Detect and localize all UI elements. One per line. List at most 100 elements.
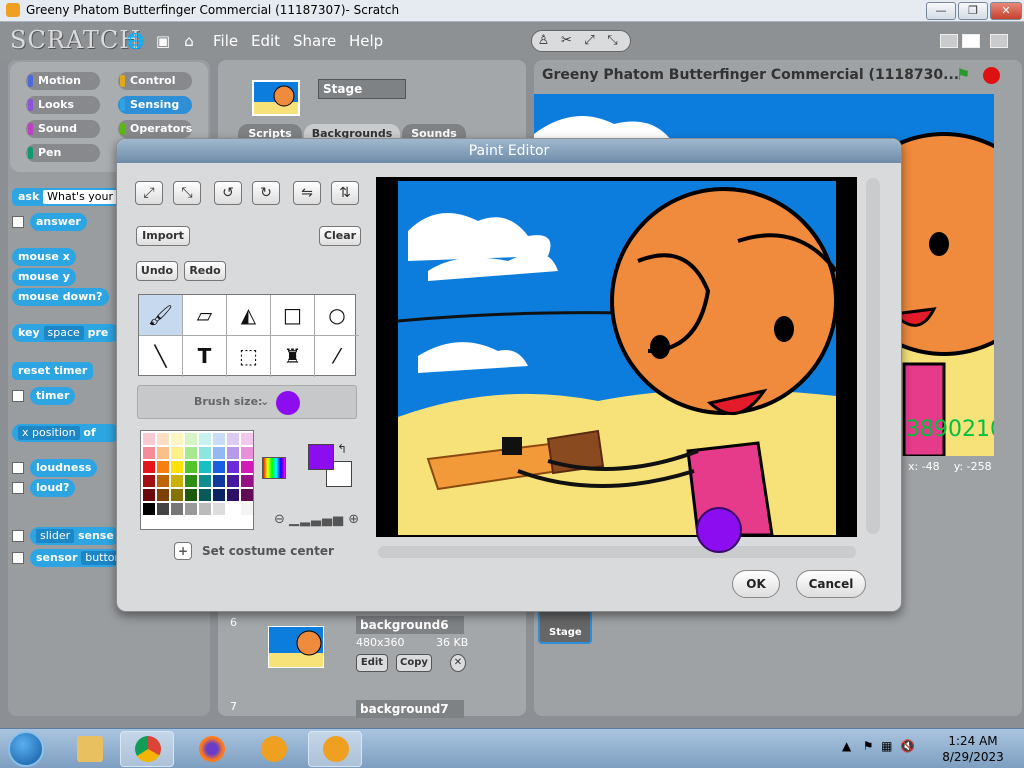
attribute-of-block[interactable]: x position of — [12, 424, 120, 442]
ask-block[interactable]: ask What's your n — [12, 188, 128, 206]
color-swatch[interactable] — [157, 503, 169, 515]
color-swatch[interactable] — [241, 475, 253, 487]
color-swatch[interactable] — [157, 461, 169, 473]
color-swatch[interactable] — [199, 461, 211, 473]
taskbar-scratch-2[interactable] — [308, 731, 362, 767]
category-motion[interactable]: Motion — [26, 72, 100, 90]
key-pressed-block[interactable]: key space pre — [12, 324, 120, 342]
cancel-button[interactable]: Cancel — [796, 570, 866, 598]
color-swatch[interactable] — [185, 475, 197, 487]
zoom-in-icon[interactable]: ⊕ — [348, 512, 359, 527]
color-swatch[interactable] — [185, 433, 197, 445]
save-icon[interactable]: ▣ — [154, 32, 172, 50]
timer-block[interactable]: timer — [30, 387, 76, 405]
color-swatch[interactable] — [143, 489, 155, 501]
text-tool-icon[interactable]: T — [183, 336, 227, 377]
delete-tool-icon[interactable]: ✂ — [555, 31, 578, 51]
undo-button[interactable]: Undo — [136, 261, 178, 281]
loudness-checkbox[interactable] — [12, 462, 24, 474]
category-pen[interactable]: Pen — [26, 144, 100, 162]
costume-name-7[interactable]: background7 — [356, 700, 464, 718]
reset-timer-block[interactable]: reset timer — [12, 362, 94, 380]
color-swatch[interactable] — [171, 489, 183, 501]
menu-share[interactable]: Share — [293, 32, 336, 50]
color-swatch[interactable] — [185, 503, 197, 515]
eyedropper-icon[interactable]: ⁄ — [315, 336, 359, 377]
clear-button[interactable]: Clear — [319, 226, 361, 246]
stage-name-field[interactable]: Stage — [318, 79, 406, 99]
color-swatch[interactable] — [171, 433, 183, 445]
color-swatch[interactable] — [199, 489, 211, 501]
fill-bucket-icon[interactable]: ◭ — [227, 295, 271, 336]
category-sound[interactable]: Sound — [26, 120, 100, 138]
color-swatch[interactable] — [227, 475, 239, 487]
color-swatch[interactable] — [143, 433, 155, 445]
foreground-color-swatch[interactable] — [308, 444, 334, 470]
color-swatch[interactable] — [241, 447, 253, 459]
ellipse-tool-icon[interactable]: ○ — [315, 295, 359, 336]
color-swatch[interactable] — [185, 447, 197, 459]
rectangle-tool-icon[interactable]: □ — [271, 295, 315, 336]
color-swatch[interactable] — [213, 503, 225, 515]
shrink-icon[interactable]: ⤡ — [173, 181, 201, 205]
menu-edit[interactable]: Edit — [251, 32, 280, 50]
color-swatch[interactable] — [199, 447, 211, 459]
start-button[interactable] — [8, 731, 44, 767]
color-swatch[interactable] — [213, 475, 225, 487]
mouse-down-block[interactable]: mouse down? — [12, 288, 109, 306]
show-hidden-icons[interactable]: ▲ — [842, 739, 851, 753]
category-control[interactable]: Control — [118, 72, 192, 90]
taskbar-clock[interactable]: 1:24 AM 8/29/2023 — [940, 733, 1006, 765]
slider-dropdown[interactable]: slider — [36, 529, 75, 543]
delete-costume-icon[interactable]: ✕ — [450, 654, 466, 672]
answer-checkbox[interactable] — [12, 216, 24, 228]
taskbar-explorer[interactable] — [62, 731, 116, 767]
duplicate-tool-icon[interactable]: ♙ — [532, 31, 555, 51]
rotate-cw-icon[interactable]: ↻ — [252, 181, 280, 205]
normal-stage-view-icon[interactable] — [962, 34, 980, 48]
stamp-tool-icon[interactable]: ♜ — [271, 336, 315, 377]
redo-button[interactable]: Redo — [184, 261, 226, 281]
color-swatch[interactable] — [199, 503, 211, 515]
small-stage-view-icon[interactable] — [940, 34, 958, 48]
color-swatch[interactable] — [157, 489, 169, 501]
enlarge-icon[interactable]: ⤢ — [135, 181, 163, 205]
slider-sensor-checkbox[interactable] — [12, 530, 24, 542]
color-swatch[interactable] — [143, 475, 155, 487]
shrink-tool-icon[interactable]: ⤡ — [601, 31, 624, 51]
green-flag-icon[interactable]: ⚑ — [956, 66, 974, 84]
color-swatch[interactable] — [185, 489, 197, 501]
minimize-button[interactable]: — — [926, 2, 956, 20]
color-swatch[interactable] — [157, 433, 169, 445]
import-button[interactable]: Import — [136, 226, 190, 246]
swap-colors-icon[interactable]: ↰ — [337, 442, 347, 456]
zoom-level-bars[interactable]: ▁▂▃▄▅ — [289, 512, 344, 527]
color-swatch[interactable] — [241, 489, 253, 501]
mouse-y-block[interactable]: mouse y — [12, 268, 76, 286]
color-swatch[interactable] — [213, 461, 225, 473]
mouse-x-block[interactable]: mouse x — [12, 248, 76, 266]
sensor-pressed-block[interactable]: sensor button — [30, 549, 126, 567]
flip-vertical-icon[interactable]: ⇅ — [331, 181, 359, 205]
stop-sign-icon[interactable] — [983, 67, 1000, 84]
taskbar-chrome[interactable] — [120, 731, 174, 767]
brush-size-control[interactable]: Brush size: ⌄ — [137, 385, 357, 419]
color-swatch[interactable] — [227, 433, 239, 445]
action-center-flag-icon[interactable]: ⚑ — [863, 739, 874, 753]
edit-costume-button[interactable]: Edit — [356, 654, 388, 672]
color-swatch[interactable] — [171, 475, 183, 487]
taskbar-firefox[interactable] — [184, 731, 238, 767]
canvas-vertical-scrollbar[interactable] — [866, 178, 880, 534]
color-swatch[interactable] — [227, 489, 239, 501]
costume-name-6[interactable]: background6 — [356, 616, 464, 634]
color-swatch[interactable] — [143, 447, 155, 459]
color-swatch[interactable] — [213, 433, 225, 445]
color-swatch[interactable] — [199, 475, 211, 487]
paint-canvas[interactable] — [398, 181, 836, 535]
color-swatch[interactable] — [143, 503, 155, 515]
color-swatch[interactable] — [241, 461, 253, 473]
color-swatch[interactable] — [227, 503, 239, 515]
flip-horizontal-icon[interactable]: ⇋ — [293, 181, 321, 205]
rotate-ccw-icon[interactable]: ↺ — [214, 181, 242, 205]
answer-block[interactable]: answer — [30, 213, 87, 231]
